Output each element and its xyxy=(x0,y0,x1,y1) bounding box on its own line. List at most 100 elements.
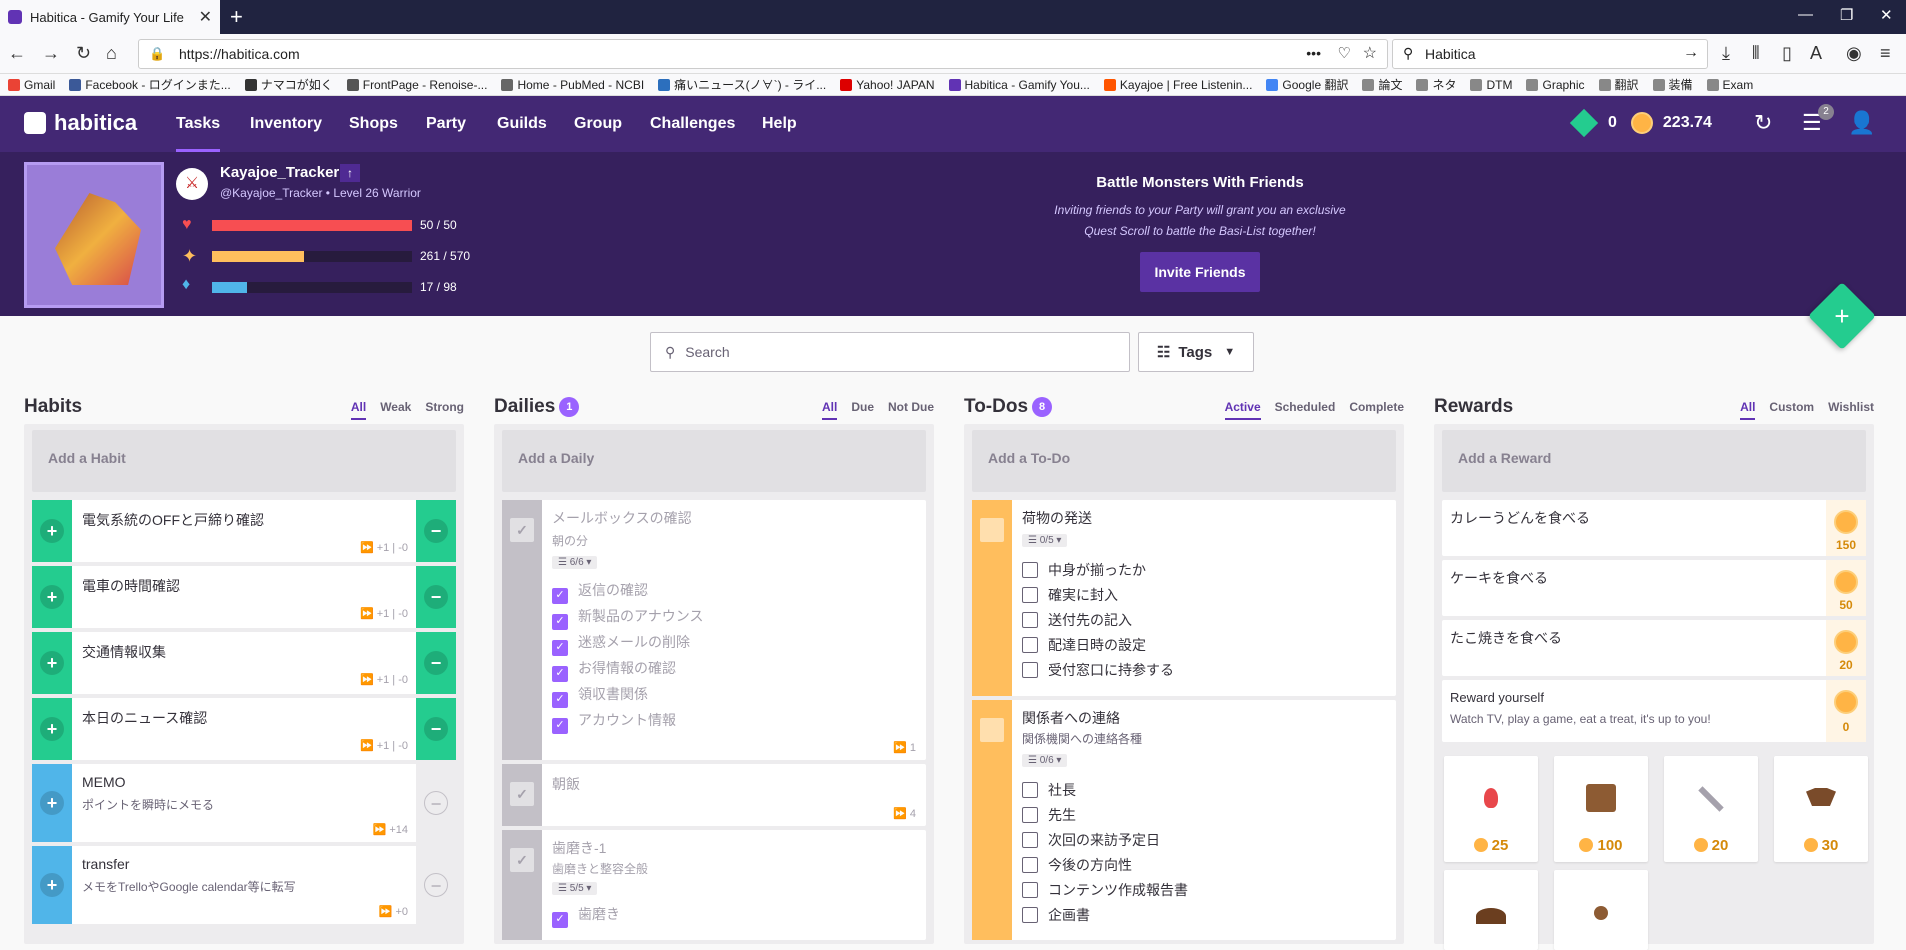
translate-icon[interactable]: A xyxy=(1810,42,1822,64)
bookmark-item[interactable]: Habitica - Gamify You... xyxy=(948,78,1090,92)
checklist-item[interactable]: 中身が揃ったか xyxy=(1022,558,1174,583)
reward-buy-button[interactable]: 20 xyxy=(1826,620,1866,676)
habit-minus-button[interactable]: − xyxy=(424,791,448,815)
close-window-icon[interactable]: ✕ xyxy=(1880,6,1893,24)
sidebar-icon[interactable]: ▯ xyxy=(1782,42,1792,64)
more-icon[interactable]: ••• xyxy=(1306,45,1321,61)
dailies-filter-not-due[interactable]: Not Due xyxy=(888,400,934,420)
reward-buy-button[interactable]: 50 xyxy=(1826,560,1866,616)
checklist-toggle[interactable]: ☰ 0/6 ▾ xyxy=(1022,754,1068,767)
new-tab-icon[interactable]: + xyxy=(230,4,243,30)
checklist-item[interactable]: ✓ 迷惑メールの削除 xyxy=(552,630,703,656)
habit-minus-button[interactable]: − xyxy=(424,519,448,543)
checklist-item[interactable]: 次回の来訪予定日 xyxy=(1022,828,1188,853)
checklist-item[interactable]: 受付窓口に持参する xyxy=(1022,658,1174,683)
bookmark-item[interactable]: 翻訳 xyxy=(1598,76,1639,93)
checklist-toggle[interactable]: ☰ 6/6 ▾ xyxy=(552,556,598,569)
bookmark-item[interactable]: ナマコが如く xyxy=(244,76,333,93)
todos-filter-active[interactable]: Active xyxy=(1224,400,1261,420)
todos-filter-complete[interactable]: Complete xyxy=(1349,400,1404,420)
nav-shops[interactable]: Shops xyxy=(349,96,398,152)
bookmark-item[interactable]: Yahoo! JAPAN xyxy=(840,78,935,92)
bookmark-item[interactable]: FrontPage - Renoise-... xyxy=(346,78,487,92)
shop-item[interactable] xyxy=(1444,870,1538,950)
habit-minus-button[interactable]: − xyxy=(424,585,448,609)
go-arrow-icon[interactable]: → xyxy=(1683,44,1699,62)
checklist-item[interactable]: コンテンツ作成報告書 xyxy=(1022,878,1188,903)
browser-tab[interactable]: Habitica - Gamify Your Life ✕ xyxy=(0,0,220,34)
sync-icon[interactable]: ↻ xyxy=(1754,110,1772,136)
checklist-toggle[interactable]: ☰ 5/5 ▾ xyxy=(552,882,598,895)
checklist-toggle[interactable]: ☰ 0/5 ▾ xyxy=(1022,534,1068,547)
nav-tasks[interactable]: Tasks xyxy=(176,96,221,152)
bookmark-item[interactable]: Facebook - ログインまた... xyxy=(69,76,231,93)
library-icon[interactable]: ⫴ xyxy=(1752,42,1760,64)
checklist-item[interactable]: 先生 xyxy=(1022,803,1188,828)
home-icon[interactable]: ⌂ xyxy=(106,42,117,64)
reload-icon[interactable]: ↻ xyxy=(76,42,91,64)
checklist-item[interactable]: ✓ 返信の確認 xyxy=(552,578,703,604)
bookmark-item[interactable]: Google 翻訳 xyxy=(1266,76,1348,93)
checklist-item[interactable]: ✓ 歯磨き xyxy=(552,902,620,928)
reward-buy-button[interactable]: 0 xyxy=(1826,680,1866,742)
add-daily-input[interactable]: Add a Daily xyxy=(502,430,926,492)
close-tab-icon[interactable]: ✕ xyxy=(199,7,212,27)
bookmark-item[interactable]: 論文 xyxy=(1362,76,1402,93)
shop-item-armor[interactable]: 30 xyxy=(1774,756,1868,862)
dailies-filter-all[interactable]: All xyxy=(821,400,838,420)
bookmark-item[interactable]: Home - PubMed - NCBI xyxy=(501,78,644,92)
checklist-item[interactable]: 社長 xyxy=(1022,778,1188,803)
daily-checkbox[interactable]: ✓ xyxy=(510,782,534,806)
checklist-item[interactable]: ✓ 新製品のアナウンス xyxy=(552,604,703,630)
habit-plus-button[interactable]: + xyxy=(40,873,64,897)
shop-item-treasure-chest[interactable]: 100 xyxy=(1554,756,1648,862)
account-icon[interactable]: ◉ xyxy=(1846,42,1862,64)
restore-icon[interactable]: ❐ xyxy=(1840,6,1853,24)
task-search-input[interactable]: ⚲ Search xyxy=(650,332,1130,372)
add-todo-input[interactable]: Add a To-Do xyxy=(972,430,1396,492)
habit-plus-button[interactable]: + xyxy=(40,519,64,543)
tags-dropdown[interactable]: ☷ Tags ▼ xyxy=(1138,332,1254,372)
checklist-item[interactable]: 送付先の記入 xyxy=(1022,608,1174,633)
pocket-icon[interactable]: ♡ xyxy=(1338,44,1351,62)
habit-minus-button[interactable]: − xyxy=(424,717,448,741)
shop-item[interactable] xyxy=(1554,870,1648,950)
nav-group[interactable]: Group xyxy=(574,96,622,152)
habit-plus-button[interactable]: + xyxy=(40,791,64,815)
todo-checkbox[interactable] xyxy=(980,518,1004,542)
habitica-logo[interactable]: habitica xyxy=(24,110,137,136)
create-task-button[interactable]: + xyxy=(1808,282,1876,350)
browser-search-input[interactable]: ⚲ Habitica → xyxy=(1392,39,1708,69)
download-icon[interactable]: ⤓ xyxy=(1722,42,1730,64)
nav-help[interactable]: Help xyxy=(762,96,797,152)
habit-plus-button[interactable]: + xyxy=(40,717,64,741)
habit-plus-button[interactable]: + xyxy=(40,585,64,609)
bookmark-item[interactable]: 痛いニュース(ノ∀`) - ライ... xyxy=(658,76,826,93)
bookmark-item[interactable]: ネタ xyxy=(1416,76,1456,93)
daily-checkbox[interactable]: ✓ xyxy=(510,848,534,872)
bookmark-star-icon[interactable]: ☆ xyxy=(1363,43,1377,63)
checklist-item[interactable]: ✓ アカウント情報 xyxy=(552,708,703,734)
checklist-item[interactable]: 企画書 xyxy=(1022,903,1188,928)
todos-filter-scheduled[interactable]: Scheduled xyxy=(1275,400,1336,420)
nav-party[interactable]: Party xyxy=(426,96,466,152)
bookmark-item[interactable]: 装備 xyxy=(1652,76,1693,93)
url-bar[interactable]: 🔒 https://habitica.com ••• ♡ ☆ xyxy=(138,39,1388,69)
bookmark-item[interactable]: Kayajoe | Free Listenin... xyxy=(1103,78,1252,92)
checklist-item[interactable]: 確実に封入 xyxy=(1022,583,1174,608)
checklist-item[interactable]: ✓ お得情報の確認 xyxy=(552,656,703,682)
rewards-filter-wishlist[interactable]: Wishlist xyxy=(1828,400,1874,420)
habit-minus-button[interactable]: − xyxy=(424,651,448,675)
habits-filter-strong[interactable]: Strong xyxy=(425,400,464,420)
shop-item-sword[interactable]: 20 xyxy=(1664,756,1758,862)
bookmark-item[interactable]: DTM xyxy=(1470,78,1512,92)
minimize-icon[interactable]: — xyxy=(1798,6,1813,23)
add-habit-input[interactable]: Add a Habit xyxy=(32,430,456,492)
habits-filter-weak[interactable]: Weak xyxy=(380,400,411,420)
rewards-filter-custom[interactable]: Custom xyxy=(1769,400,1814,420)
user-icon[interactable]: 👤 xyxy=(1848,110,1875,136)
bookmark-item[interactable]: Graphic xyxy=(1526,78,1585,92)
nav-inventory[interactable]: Inventory xyxy=(250,96,322,152)
bookmark-item[interactable]: Gmail xyxy=(8,78,55,92)
habits-filter-all[interactable]: All xyxy=(350,400,367,420)
